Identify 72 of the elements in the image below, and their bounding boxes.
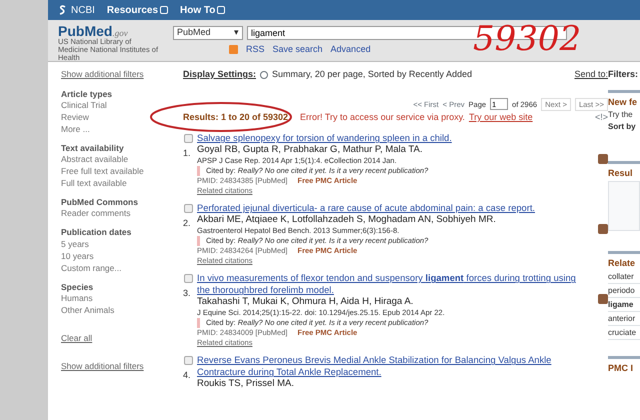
related-term[interactable]: periodo: [608, 284, 640, 298]
help-link[interactable]: <!>: [594, 110, 608, 124]
result-checkbox[interactable]: [184, 274, 192, 284]
panel-heading: PMC I: [608, 356, 640, 376]
result-title[interactable]: Perforated jejunal diverticula- a rare cause of acute abdominal pain: a case report.: [197, 202, 587, 214]
filter-item[interactable]: Other Animals: [61, 304, 173, 316]
rss-icon: [229, 45, 238, 54]
dropdown-icon: [260, 70, 268, 79]
citation-icon[interactable]: [598, 294, 608, 304]
filter-item[interactable]: Custom range...: [61, 262, 173, 274]
filter-group-title: Species: [61, 282, 94, 292]
filter-item[interactable]: Humans: [61, 292, 173, 304]
result-number: 1.: [183, 147, 192, 160]
pubmed-logo[interactable]: PubMed.gov: [58, 24, 173, 38]
result-title[interactable]: Reverse Evans Peroneus Brevis Medial Ankle Stabilization for Balancing Valgus Ankle Contracture during Total Ankle Replacement.: [197, 354, 587, 378]
caret-icon: ▾: [234, 26, 239, 40]
citation-icon[interactable]: [598, 224, 608, 234]
result-number: 2.: [183, 217, 192, 230]
result-checkbox[interactable]: [184, 134, 192, 144]
brand-name[interactable]: NCBI: [71, 2, 95, 18]
chart-drawing: [608, 180, 640, 230]
result-checkbox[interactable]: [184, 356, 192, 366]
filter-item[interactable]: Clinical Trial: [61, 98, 173, 111]
header-menu[interactable]: How To: [180, 2, 226, 18]
filter-group-title: Article types: [61, 88, 114, 99]
dropdown-icon: [217, 6, 226, 14]
search-link[interactable]: Advanced: [330, 43, 371, 56]
filter-item[interactable]: More ...: [61, 122, 173, 135]
sort-text: Sort by: [608, 121, 637, 133]
result-authors: Akbari ME, Atqiaee K, Lotfollahzadeh S, Moghadam AN, Sobhiyeh MR.: [197, 214, 497, 226]
result-title[interactable]: In vivo measurements of flexor tendon and suspensory ligament forces during trotting using the thoroughbred forelimb model.: [197, 272, 587, 296]
feature-text: Try the: [608, 109, 634, 121]
filter-item[interactable]: Full text available: [61, 177, 173, 190]
dropdown-icon: [160, 6, 168, 14]
filter-item[interactable]: 10 years: [61, 250, 173, 262]
result-title[interactable]: Salvage splenopexy for torsion of wandering spleen in a child.: [197, 132, 587, 144]
filter-item[interactable]: Abstract available: [61, 153, 173, 166]
clear-all-link[interactable]: Clear all: [61, 332, 173, 344]
result-authors: Goyal RB, Gupta R, Prabhakar G, Mathur P, Mala TA.: [197, 144, 424, 156]
related-term[interactable]: ligame: [608, 298, 640, 312]
search-link[interactable]: Save search: [272, 43, 323, 56]
database-select[interactable]: PubMed ▾: [173, 26, 243, 40]
result-number: 4.: [183, 369, 192, 382]
citation-icon[interactable]: [598, 154, 608, 164]
panel-heading: Relate: [608, 250, 640, 270]
web-site-link[interactable]: Try our web site: [468, 110, 533, 124]
panel-heading: New fe: [608, 90, 640, 109]
result-checkbox[interactable]: [184, 204, 192, 214]
filter-item[interactable]: 5 years: [61, 238, 173, 250]
filter-item[interactable]: Free full text available: [61, 165, 173, 178]
filters-link[interactable]: Show additional filters: [61, 68, 173, 81]
related-term[interactable]: collater: [608, 270, 640, 284]
display-settings-link[interactable]: Display Settings:: [183, 68, 256, 82]
error-message: Error! Try to access our service via proxy.: [300, 110, 465, 124]
filter-group-title: PubMed Commons: [61, 197, 139, 208]
send-to-link[interactable]: Send to:: [574, 68, 608, 82]
filter-group-title: Publication dates: [61, 227, 132, 238]
filter-item[interactable]: Reader comments: [61, 207, 173, 220]
related-term[interactable]: anterior: [608, 312, 640, 326]
filter-item[interactable]: Review: [61, 110, 173, 123]
result-number: 3.: [183, 287, 192, 300]
result-authors: Takahashi T, Mukai K, Ohmura H, Aida H, Hiraga A.: [197, 296, 414, 308]
related-term[interactable]: cruciate: [608, 326, 640, 340]
filters-heading: Filters:: [608, 68, 640, 81]
header-menu[interactable]: Resources: [106, 2, 168, 18]
display-summary: Summary, 20 per page, Sorted by Recently Added: [272, 68, 472, 81]
results-count: Results: 1 to 20 of 59302: [183, 110, 288, 124]
result-authors: Roukis TS, Prissel MA.: [197, 378, 295, 390]
filters-link[interactable]: Show additional filters: [61, 360, 173, 374]
filter-group-title: Text availability: [61, 142, 125, 154]
ncbi-logo-icon: [58, 4, 67, 16]
search-link[interactable]: RSS: [246, 43, 265, 56]
